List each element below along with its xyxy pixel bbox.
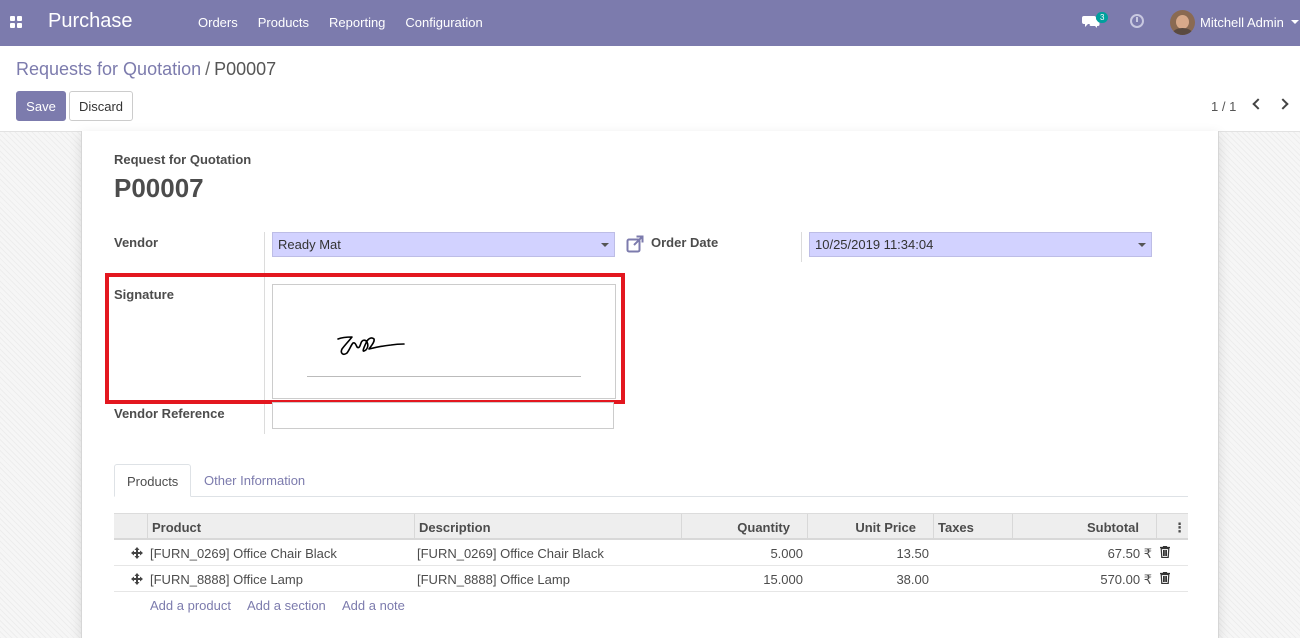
vendor-value: Ready Mat	[278, 237, 341, 252]
menu-item-orders[interactable]: Orders	[198, 15, 238, 30]
cell-quantity[interactable]: 15.000	[681, 572, 803, 587]
external-link-icon[interactable]	[626, 235, 644, 253]
column-header-taxes[interactable]: Taxes	[933, 514, 1012, 540]
cell-description[interactable]: [FURN_8888] Office Lamp	[417, 572, 570, 587]
cell-product[interactable]: [FURN_8888] Office Lamp	[150, 572, 303, 587]
form-sheet: Request for Quotation P00007 Vendor Read…	[81, 131, 1219, 638]
discard-button[interactable]: Discard	[69, 91, 133, 121]
vendor-reference-label: Vendor Reference	[114, 406, 225, 421]
menu-item-configuration[interactable]: Configuration	[405, 15, 482, 30]
column-header-description[interactable]: Description	[414, 514, 681, 540]
column-header-product[interactable]: Product	[147, 514, 412, 540]
order-date-value: 10/25/2019 11:34:04	[815, 237, 934, 252]
add-note-link[interactable]: Add a note	[342, 598, 405, 613]
trash-icon[interactable]	[1160, 546, 1170, 558]
vendor-label: Vendor	[114, 235, 159, 250]
label-separator-right	[801, 232, 802, 262]
notebook-tabs: Products Other Information	[114, 464, 1188, 497]
user-menu[interactable]: Mitchell Admin	[1200, 15, 1284, 30]
breadcrumb-parent[interactable]: Requests for Quotation	[16, 59, 201, 79]
pager-next-icon[interactable]	[1277, 98, 1289, 110]
breadcrumb-separator: /	[205, 59, 211, 79]
table-row[interactable]: [FURN_8888] Office Lamp [FURN_8888] Offi…	[114, 566, 1188, 592]
breadcrumb: Requests for Quotation / P00007	[16, 59, 276, 80]
message-count-badge: 3	[1096, 12, 1109, 23]
pager-value[interactable]: 1 / 1	[1211, 99, 1236, 114]
app-name: Purchase	[48, 10, 133, 32]
breadcrumb-current: P00007	[214, 59, 277, 79]
save-button[interactable]: Save	[16, 91, 66, 121]
add-section-link[interactable]: Add a section	[247, 598, 326, 613]
vendor-select[interactable]: Ready Mat	[272, 232, 615, 257]
cell-unit-price[interactable]: 38.00	[807, 572, 929, 587]
trash-icon[interactable]	[1160, 572, 1170, 584]
main-menu: Orders Products Reporting Configuration	[188, 15, 493, 30]
vendor-dropdown-icon[interactable]	[601, 243, 609, 247]
tab-other-information[interactable]: Other Information	[192, 464, 317, 497]
apps-menu-icon[interactable]	[10, 16, 23, 29]
cell-product[interactable]: [FURN_0269] Office Chair Black	[150, 546, 337, 561]
cell-description[interactable]: [FURN_0269] Office Chair Black	[417, 546, 604, 561]
user-menu-caret-icon[interactable]	[1291, 20, 1299, 24]
menu-item-products[interactable]: Products	[258, 15, 309, 30]
tab-products[interactable]: Products	[114, 464, 192, 497]
add-line-row: Add a product Add a section Add a note	[114, 592, 1188, 618]
column-header-unit-price[interactable]: Unit Price	[807, 514, 933, 540]
user-avatar[interactable]	[1170, 10, 1195, 35]
cell-quantity[interactable]: 5.000	[681, 546, 803, 561]
document-type-label: Request for Quotation	[114, 152, 252, 167]
vendor-reference-input[interactable]	[272, 402, 614, 429]
column-options-icon[interactable]: ⋮	[1156, 514, 1188, 540]
cell-subtotal: 570.00 ₹	[1100, 572, 1152, 587]
menu-item-reporting[interactable]: Reporting	[329, 15, 385, 30]
drag-handle-icon[interactable]	[131, 547, 143, 559]
column-header-quantity[interactable]: Quantity	[681, 514, 807, 540]
add-product-link[interactable]: Add a product	[150, 598, 231, 613]
document-name: P00007	[114, 173, 204, 203]
order-date-field[interactable]: 10/25/2019 11:34:04	[809, 232, 1152, 257]
pager-previous-icon[interactable]	[1252, 98, 1264, 110]
order-date-label: Order Date	[651, 235, 719, 250]
cell-unit-price[interactable]: 13.50	[807, 546, 929, 561]
drag-handle-icon[interactable]	[131, 573, 143, 585]
cell-subtotal: 67.50 ₹	[1107, 546, 1152, 561]
order-date-dropdown-icon[interactable]	[1138, 243, 1146, 247]
column-header-subtotal[interactable]: Subtotal	[1012, 514, 1156, 540]
order-lines-table: Product Description Quantity Unit Price …	[114, 513, 1188, 618]
signature-highlight-frame	[105, 273, 625, 404]
table-row[interactable]: [FURN_0269] Office Chair Black [FURN_026…	[114, 540, 1188, 566]
table-header: Product Description Quantity Unit Price …	[114, 513, 1188, 540]
top-navbar: Purchase Orders Products Reporting Confi…	[0, 0, 1300, 46]
activity-clock-icon[interactable]	[1130, 14, 1144, 28]
